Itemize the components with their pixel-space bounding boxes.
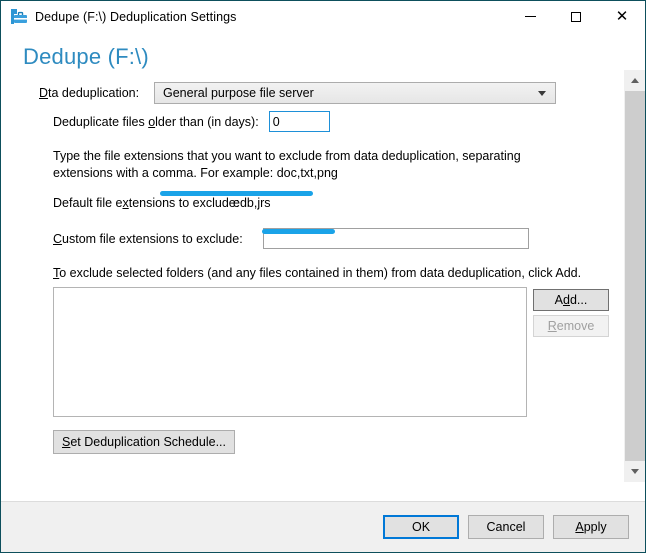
scroll-down-icon (631, 469, 639, 474)
ok-button[interactable]: OK (383, 515, 459, 539)
remove-folder-button: Remove (533, 315, 609, 337)
older-than-row: Deduplicate files older than (in days): (53, 111, 330, 132)
custom-extensions-input[interactable] (263, 228, 529, 249)
add-folder-label-post: d... (569, 293, 588, 307)
exclude-folders-description-post: o exclude selected folders (and any file… (59, 266, 582, 280)
default-extensions-label-pre: Default file e (53, 196, 123, 210)
minimize-button[interactable] (507, 1, 553, 32)
custom-extensions-label-post: ustom file extensions to exclude: (62, 231, 243, 246)
close-icon: ✕ (615, 8, 629, 25)
dedup-mode-select[interactable]: General purpose file server (154, 82, 556, 104)
settings-form: Dta deduplication: General purpose file … (1, 70, 624, 482)
dedup-mode-selected-value: General purpose file server (163, 86, 314, 100)
custom-extensions-label: Custom file extensions to exclude: (53, 232, 263, 246)
custom-extensions-accel: C (53, 231, 63, 246)
remove-folder-accel: R (547, 319, 557, 333)
page-title: Dedupe (F:\) (23, 44, 149, 69)
title-bar: Dedupe (F:\) Deduplication Settings ✕ (1, 1, 645, 32)
close-button[interactable]: ✕ (599, 1, 645, 32)
excluded-folders-listbox[interactable] (53, 287, 527, 417)
default-extensions-label: Default file extensions to exclude: (53, 196, 239, 210)
extensions-description: Type the file extensions that you want t… (53, 149, 521, 180)
custom-extensions-row: Custom file extensions to exclude: (53, 228, 529, 249)
default-extensions-value: edb,jrs (233, 196, 271, 210)
content-area: Dta deduplication: General purpose file … (1, 70, 645, 482)
apply-accel: A (575, 520, 584, 534)
older-than-label-pre: Deduplicate files (53, 114, 149, 129)
apply-button[interactable]: Apply (553, 515, 629, 539)
older-than-input[interactable] (268, 111, 330, 132)
caption-button-group: ✕ (507, 1, 645, 32)
older-than-label: Deduplicate files older than (in days): (53, 115, 259, 129)
default-extensions-label-post: tensions to exclude: (128, 196, 240, 210)
chevron-down-icon (538, 90, 546, 96)
deduplication-settings-window: Dedupe (F:\) Deduplication Settings ✕ De… (0, 0, 646, 553)
scroll-up-button[interactable] (625, 70, 645, 91)
older-than-label-post: lder than (in days): (155, 114, 259, 129)
default-extensions-row: Default file extensions to exclude: edb,… (53, 196, 271, 210)
vertical-scrollbar[interactable] (624, 70, 645, 482)
minimize-icon (524, 16, 536, 17)
set-deduplication-schedule-button[interactable]: Set Deduplication Schedule... (53, 430, 235, 454)
dedup-mode-label: Dta deduplication: (39, 86, 154, 100)
toolbox-icon (11, 8, 27, 25)
window-title: Dedupe (F:\) Deduplication Settings (35, 9, 237, 24)
dedup-mode-accel: D (39, 86, 49, 100)
dialog-footer: OK Cancel Apply (1, 501, 645, 552)
exclude-folders-description: To exclude selected folders (and any fil… (53, 266, 581, 280)
schedule-accel: S (61, 435, 71, 449)
add-folder-button[interactable]: Ad d... (533, 289, 609, 311)
scroll-down-button[interactable] (625, 461, 645, 482)
cancel-button[interactable]: Cancel (468, 515, 544, 539)
maximize-icon (571, 11, 581, 22)
remove-folder-label-post: emove (556, 319, 595, 333)
maximize-button[interactable] (553, 1, 599, 32)
add-folder-label-pre: A (554, 293, 563, 307)
scroll-up-icon (631, 78, 639, 83)
dedup-mode-row: Dta deduplication: General purpose file … (39, 82, 556, 104)
apply-label-post: pply (583, 520, 607, 534)
add-folder-accel: d (563, 293, 570, 307)
schedule-label-post: et Deduplication Schedule... (70, 435, 226, 449)
dedup-mode-label-rest: ta deduplication: (48, 86, 140, 100)
scrollbar-track[interactable] (625, 91, 645, 461)
